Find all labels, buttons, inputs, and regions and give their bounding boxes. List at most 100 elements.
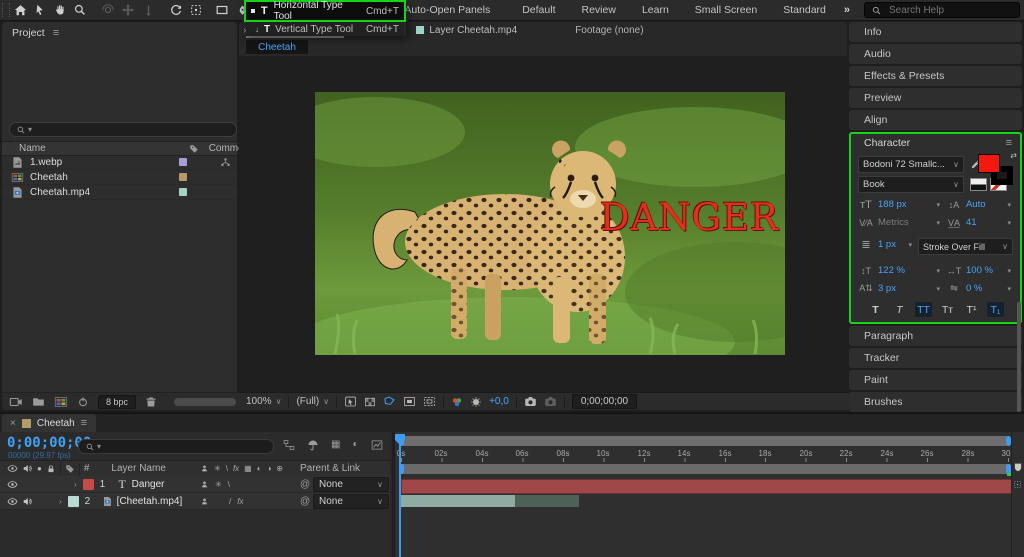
home-icon[interactable] [10,1,30,19]
search-help-box[interactable] [864,2,1020,18]
eye-icon[interactable] [7,496,18,507]
transparency-grid-icon[interactable] [364,396,376,408]
right-panel-scrollbar[interactable] [1017,302,1021,412]
fill-stroke-color-widget[interactable]: ⇄ [978,154,1016,188]
workspace-small-screen[interactable]: Small Screen [695,4,757,16]
zoom-tool-icon[interactable] [70,1,90,19]
parent-link-column[interactable]: Parent & Link [300,463,360,474]
lock-column-icon[interactable] [46,464,56,474]
comp-mini-flowchart-icon[interactable] [283,439,295,451]
expand-arrow-icon[interactable]: › [59,497,62,506]
close-tab-icon[interactable]: × [10,418,16,429]
collapse-toggle-icon[interactable]: ✳ [215,480,222,489]
rectangle-tool-icon[interactable] [212,1,232,19]
leading-field[interactable]: ↕A Auto ▾ [946,198,1013,211]
layer-name-column[interactable]: Layer Name [111,463,165,474]
layer-number-column[interactable]: # [84,463,90,474]
mask-visibility-icon[interactable] [383,395,396,408]
region-of-interest-icon[interactable] [423,395,436,408]
workspace-review[interactable]: Review [582,4,616,16]
vertical-scale-field[interactable]: ↕T 122 % ▾ [858,264,942,277]
faux-italic-toggle[interactable]: T [891,302,908,317]
panel-tracker[interactable]: Tracker [849,348,1022,368]
effects-column-icon[interactable]: fx [233,464,239,473]
menu-item-vertical-type-tool[interactable]: ↓ T Vertical Type Tool Cmd+T [246,22,404,36]
magnification-select[interactable]: 100% ∨ [246,396,281,407]
parent-pickwhip-icon[interactable]: @ [300,479,310,490]
threed-column-icon[interactable]: ⊕ [276,464,283,473]
parent-pickwhip-icon[interactable]: @ [300,496,310,507]
quality-toggle-icon[interactable]: \ [228,480,230,489]
shy-toggle-icon[interactable] [200,480,209,489]
layer-name[interactable]: [Cheetah.mp4] [117,496,183,507]
baseline-shift-field[interactable]: A⇅ 3 px ▾ [858,282,942,295]
fill-color-swatch[interactable] [978,154,1000,173]
panel-menu-icon[interactable]: ≡ [1006,137,1012,149]
timeline-tab-cheetah[interactable]: × Cheetah ≡ [2,414,96,432]
menu-item-horizontal-type-tool[interactable]: T Horizontal Type Tool Cmd+T [244,0,406,22]
timeline-search-box[interactable]: ▾ [78,439,274,454]
all-caps-toggle[interactable]: TT [915,302,932,317]
font-family-select[interactable]: Bodoni 72 Smallc... ∨ [858,156,964,173]
parent-select[interactable]: None ∨ [313,494,389,509]
danger-layer-bar[interactable] [401,479,1013,494]
hand-tool-icon[interactable] [50,1,70,19]
shy-column-icon[interactable] [200,464,209,473]
graph-editor-icon[interactable] [371,439,383,451]
guides-options-icon[interactable] [344,395,357,408]
video-visibility-column-icon[interactable] [7,463,18,474]
new-folder-icon[interactable] [32,395,45,408]
effects-toggle-icon[interactable]: fx [237,497,243,506]
panel-menu-icon[interactable]: ≡ [81,417,87,429]
delete-item-icon[interactable] [145,396,157,408]
quality-mini-icon[interactable] [1013,480,1022,489]
draft-3d-icon[interactable] [307,439,319,451]
workspace-default[interactable]: Default [522,4,555,16]
take-snapshot-icon[interactable] [524,395,537,408]
layer-row-cheetah-mp4[interactable]: › 2 [Cheetah.mp4] / fx @ None ∨ [0,493,390,510]
subscript-toggle[interactable]: T₁ [987,302,1004,317]
label-color-swatch[interactable] [179,158,187,166]
expand-arrow-icon[interactable]: › [74,480,77,489]
mask-mode-icon[interactable] [403,395,416,408]
new-composition-icon[interactable] [54,395,68,409]
comp-marker-bin-icon[interactable] [1013,462,1023,472]
swap-fill-stroke-icon[interactable]: ⇄ [1010,151,1017,160]
selection-tool-icon[interactable] [30,1,50,19]
time-navigator-bar[interactable] [399,436,1011,446]
layer-row-danger[interactable]: › 1 T Danger ✳ \ @ None ∨ [0,476,390,493]
tsume-field[interactable]: ⇋ 0 % ▾ [946,282,1013,295]
panel-preview[interactable]: Preview [849,88,1022,108]
resolution-select[interactable]: (Full) ∨ [296,396,329,407]
audio-column-icon[interactable] [22,463,33,474]
danger-text-layer[interactable]: DANGER [600,196,779,239]
shy-toggle-icon[interactable] [200,497,209,506]
frame-blend-column-icon[interactable]: ▦ [244,464,252,473]
work-area-bar[interactable] [399,464,1011,474]
search-help-input[interactable] [887,4,991,17]
workspace-learn[interactable]: Learn [642,4,669,16]
project-settings-icon[interactable] [77,396,89,408]
tab-layer-cheetah[interactable]: Layer Cheetah.mp4 [416,25,517,36]
project-item-cheetah-mp4[interactable]: Cheetah.mp4 [2,185,237,200]
workspace-standard[interactable]: Standard [783,4,826,16]
collapse-column-icon[interactable]: ✳ [214,464,221,473]
label-color-column-icon[interactable] [189,144,199,154]
preview-time-display[interactable]: 0;00;00;00 [572,394,637,409]
exposure-value[interactable]: +0,0 [489,396,509,407]
adjustment-column-icon[interactable]: ◑ [267,464,272,473]
faux-bold-toggle[interactable]: T [867,302,884,317]
label-color-swatch[interactable] [179,188,187,196]
comp-mini-tab-cheetah[interactable]: Cheetah [246,40,308,54]
layer-name[interactable]: Danger [132,479,165,490]
font-size-field[interactable]: ᴛT 188 px ▾ [858,198,942,211]
font-style-select[interactable]: Book ∨ [858,176,964,193]
stroke-mode-select[interactable]: Stroke Over Fill ∨ [918,238,1013,255]
channel-rgb-icon[interactable] [451,396,463,408]
horizontal-scrollbar[interactable] [174,398,236,406]
small-caps-toggle[interactable]: Tᴛ [939,302,956,317]
superscript-toggle[interactable]: T¹ [963,302,980,317]
composition-image[interactable]: DANGER [315,92,785,355]
frame-blending-icon[interactable]: ▦ [331,439,340,451]
exposure-icon[interactable] [470,396,482,408]
